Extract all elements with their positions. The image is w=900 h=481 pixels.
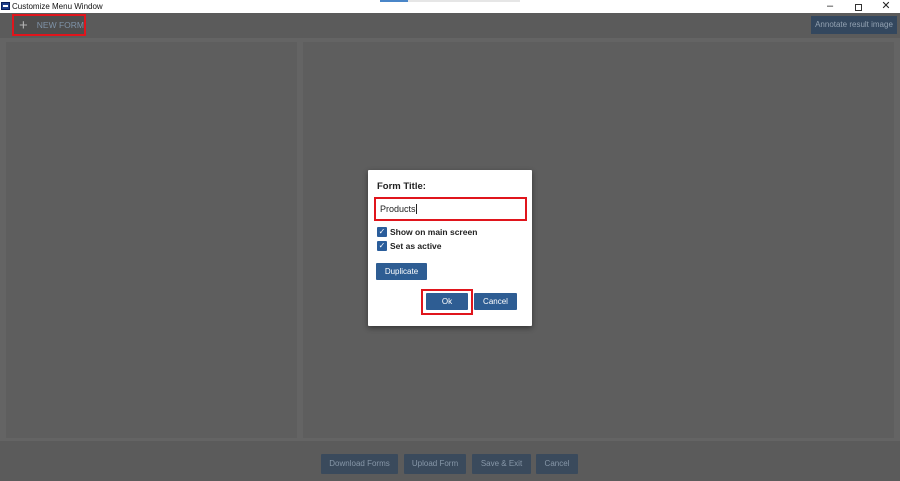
bottom-action-bar: Download Forms Upload Form Save & Exit C… bbox=[0, 441, 900, 481]
new-form-button[interactable]: + NEW FORM bbox=[12, 14, 86, 36]
show-on-main-screen-option[interactable]: ✓ Show on main screen bbox=[377, 227, 477, 237]
new-form-label: NEW FORM bbox=[36, 20, 84, 30]
restore-button[interactable] bbox=[844, 0, 872, 13]
download-forms-button[interactable]: Download Forms bbox=[321, 454, 398, 474]
new-form-dialog: Form Title: Products ✓ Show on main scre… bbox=[368, 170, 532, 326]
ok-button[interactable]: Ok bbox=[426, 293, 468, 310]
dialog-cancel-button[interactable]: Cancel bbox=[474, 293, 517, 310]
toolbar: + NEW FORM Annotate result image bbox=[0, 13, 900, 38]
show-on-main-screen-label: Show on main screen bbox=[390, 227, 478, 237]
forms-list-panel bbox=[6, 42, 297, 438]
title-bar: Customize Menu Window – ✕ bbox=[0, 0, 900, 13]
window-title: Customize Menu Window bbox=[12, 2, 103, 11]
cancel-button[interactable]: Cancel bbox=[536, 454, 578, 474]
upload-form-button[interactable]: Upload Form bbox=[404, 454, 466, 474]
save-and-exit-button[interactable]: Save & Exit bbox=[472, 454, 531, 474]
progress-indicator bbox=[380, 0, 520, 2]
form-title-input[interactable]: Products bbox=[374, 197, 527, 221]
set-as-active-option[interactable]: ✓ Set as active bbox=[377, 241, 442, 251]
form-title-value: Products bbox=[380, 204, 417, 214]
plus-icon: + bbox=[19, 16, 28, 34]
close-window-button[interactable]: ✕ bbox=[872, 0, 900, 13]
show-on-main-screen-checkbox[interactable]: ✓ bbox=[377, 227, 387, 237]
duplicate-button[interactable]: Duplicate bbox=[376, 263, 427, 280]
set-as-active-checkbox[interactable]: ✓ bbox=[377, 241, 387, 251]
form-title-label: Form Title: bbox=[377, 181, 426, 192]
annotate-result-image-button[interactable]: Annotate result image bbox=[811, 16, 897, 34]
minimize-button[interactable]: – bbox=[816, 0, 844, 13]
app-logo-icon bbox=[1, 2, 10, 10]
set-as-active-label: Set as active bbox=[390, 241, 442, 251]
